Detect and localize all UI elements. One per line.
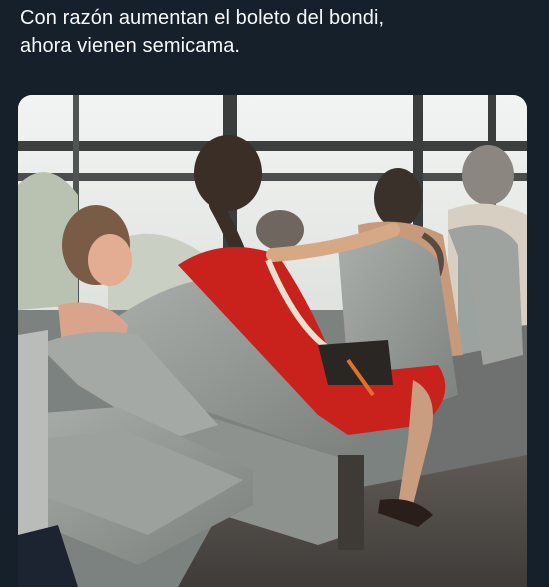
passenger-far-right (462, 145, 514, 205)
post-text-line-2: ahora vienen semicama. (20, 35, 241, 57)
post-text: Con razón aumentan el boleto del bondi, … (20, 4, 535, 60)
post-text-line-1: Con razón aumentan el boleto del bondi, (20, 7, 385, 29)
post-photo[interactable] (18, 95, 527, 587)
bus-interior-photo (18, 95, 527, 587)
passenger-middle (374, 168, 422, 228)
bag (318, 340, 393, 385)
woman-red-head (194, 135, 262, 211)
